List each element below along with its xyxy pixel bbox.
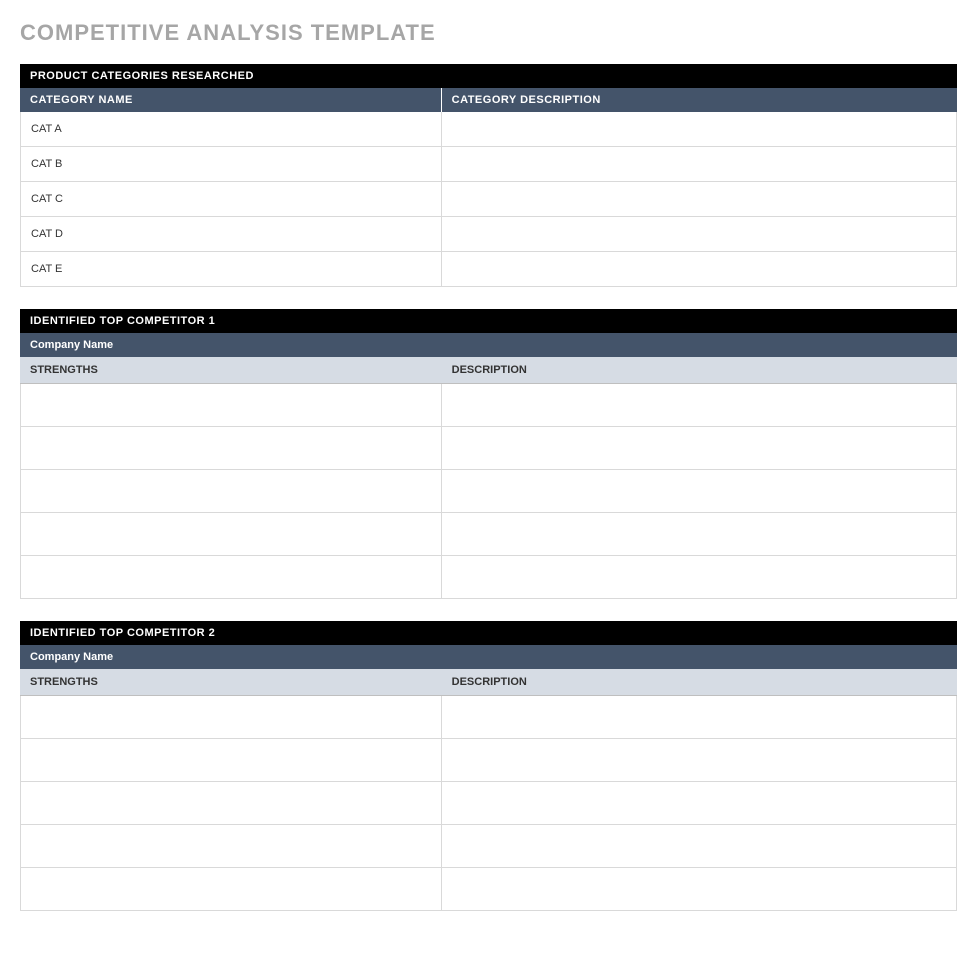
competitor1-header: IDENTIFIED TOP COMPETITOR 1 [20,309,957,333]
category-name-cell[interactable]: CAT B [20,147,442,181]
strength-cell[interactable] [20,739,442,781]
category-name-cell[interactable]: CAT A [20,112,442,146]
categories-col1-header: CATEGORY NAME [20,88,442,112]
description-cell[interactable] [442,739,957,781]
category-name-cell[interactable]: CAT C [20,182,442,216]
category-desc-cell[interactable] [442,182,957,216]
table-row [20,782,957,825]
categories-col2-header: CATEGORY DESCRIPTION [442,88,957,112]
competitor2-col1-header: STRENGTHS [20,669,442,695]
category-name-cell[interactable]: CAT D [20,217,442,251]
table-row [20,696,957,739]
description-cell[interactable] [442,782,957,824]
category-desc-cell[interactable] [442,217,957,251]
table-row [20,868,957,911]
description-cell[interactable] [442,556,957,598]
table-row [20,739,957,782]
strength-cell[interactable] [20,470,442,512]
table-row [20,427,957,470]
competitor1-column-header-row: STRENGTHS DESCRIPTION [20,357,957,384]
description-cell[interactable] [442,825,957,867]
description-cell[interactable] [442,470,957,512]
description-cell[interactable] [442,868,957,910]
description-cell[interactable] [442,513,957,555]
description-cell[interactable] [442,384,957,426]
competitor1-company-label: Company Name [20,333,957,357]
competitor2-section: IDENTIFIED TOP COMPETITOR 2 Company Name… [20,621,957,911]
table-row: CAT D [20,217,957,252]
table-row: CAT A [20,112,957,147]
category-desc-cell[interactable] [442,112,957,146]
strength-cell[interactable] [20,782,442,824]
table-row [20,825,957,868]
competitor2-column-header-row: STRENGTHS DESCRIPTION [20,669,957,696]
strength-cell[interactable] [20,696,442,738]
category-name-cell[interactable]: CAT E [20,252,442,286]
description-cell[interactable] [442,696,957,738]
categories-section: PRODUCT CATEGORIES RESEARCHED CATEGORY N… [20,64,957,287]
category-desc-cell[interactable] [442,147,957,181]
table-row: CAT B [20,147,957,182]
categories-header: PRODUCT CATEGORIES RESEARCHED [20,64,957,88]
competitor2-company-label: Company Name [20,645,957,669]
competitor2-header: IDENTIFIED TOP COMPETITOR 2 [20,621,957,645]
strength-cell[interactable] [20,384,442,426]
table-row [20,556,957,599]
competitor2-col2-header: DESCRIPTION [442,669,957,695]
table-row [20,470,957,513]
table-row [20,513,957,556]
competitor1-section: IDENTIFIED TOP COMPETITOR 1 Company Name… [20,309,957,599]
strength-cell[interactable] [20,556,442,598]
description-cell[interactable] [442,427,957,469]
table-row: CAT E [20,252,957,287]
table-row [20,384,957,427]
category-desc-cell[interactable] [442,252,957,286]
table-row: CAT C [20,182,957,217]
strength-cell[interactable] [20,868,442,910]
strength-cell[interactable] [20,513,442,555]
strength-cell[interactable] [20,427,442,469]
competitor1-col2-header: DESCRIPTION [442,357,957,383]
page-title: COMPETITIVE ANALYSIS TEMPLATE [20,20,957,46]
categories-column-header-row: CATEGORY NAME CATEGORY DESCRIPTION [20,88,957,112]
competitor1-col1-header: STRENGTHS [20,357,442,383]
strength-cell[interactable] [20,825,442,867]
